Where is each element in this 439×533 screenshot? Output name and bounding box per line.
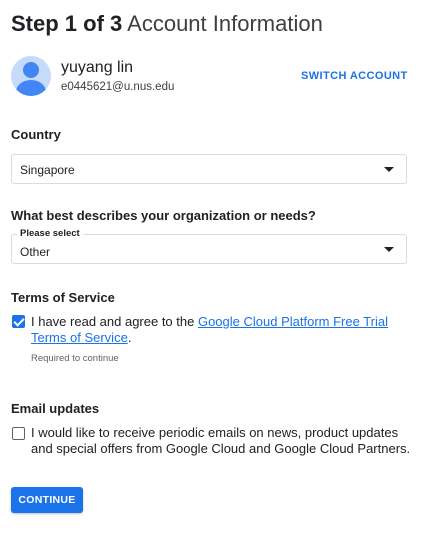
terms-label: Terms of Service [11,290,115,305]
step-indicator: Step 1 of 3 [11,11,123,36]
terms-checkbox[interactable] [12,315,25,328]
page-title: Step 1 of 3 Account Information [11,10,323,38]
page-heading: Account Information [127,11,323,36]
terms-text-suffix: . [127,330,132,345]
account-info: yuyang lin e0445621@u.nus.edu SWITCH ACC… [11,56,431,96]
email-updates-checkbox[interactable] [12,427,25,440]
continue-button[interactable]: CONTINUE [11,487,83,513]
terms-text-prefix: I have read and agree to the [31,314,198,329]
country-value: Singapore [20,163,75,177]
dropdown-arrow-icon [384,167,394,172]
person-icon [11,56,51,96]
email-updates-label: Email updates [11,401,100,416]
organization-select[interactable]: Please select Other [11,228,407,264]
terms-text: I have read and agree to the Google Clou… [31,314,411,346]
switch-account-button[interactable]: SWITCH ACCOUNT [301,70,408,82]
organization-label: What best describes your organization or… [11,208,316,223]
organization-floating-label: Please select [17,228,83,240]
organization-value: Other [20,245,51,259]
email-updates-text: I would like to receive periodic emails … [31,425,411,456]
terms-helper-text: Required to continue [31,353,119,364]
user-name: yuyang lin [61,59,134,76]
user-email: e0445621@u.nus.edu [61,81,175,93]
country-select[interactable]: Singapore [11,154,407,184]
country-label: Country [11,127,61,142]
dropdown-arrow-icon [384,247,394,252]
